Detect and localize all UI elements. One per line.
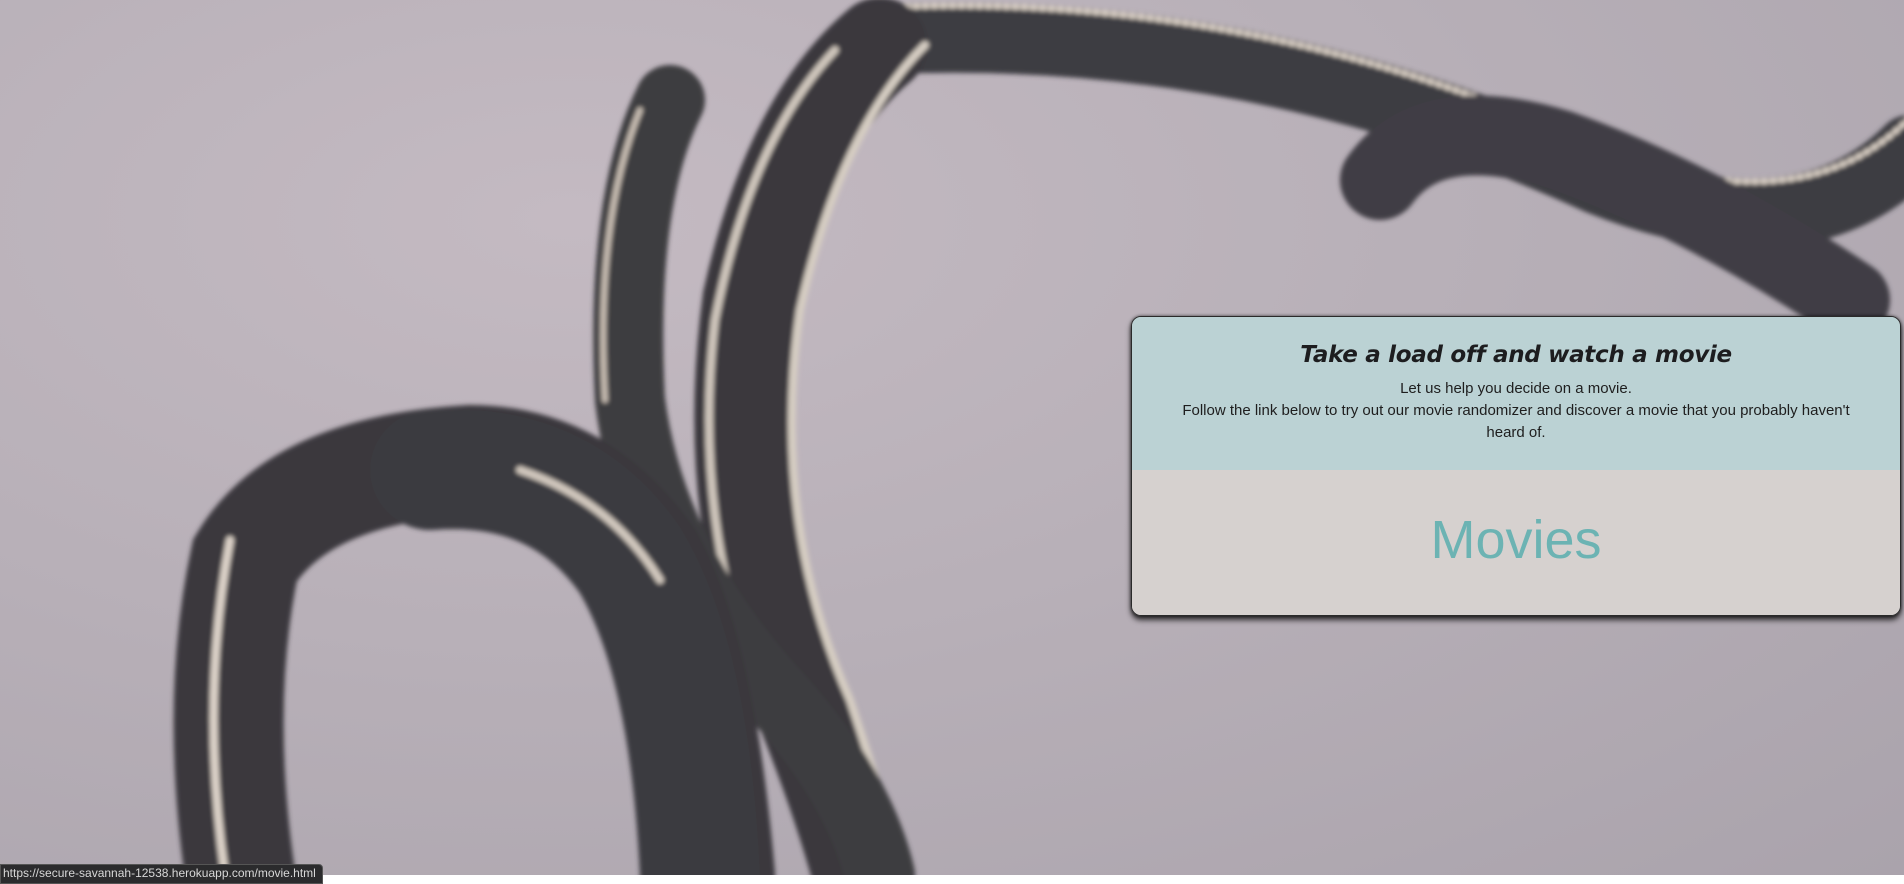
- card-title: Take a load off and watch a movie: [1300, 342, 1732, 368]
- card-description: Let us help you decide on a movie. Follo…: [1172, 378, 1860, 444]
- intro-line: Let us help you decide on a movie.: [1400, 380, 1632, 397]
- instruction-line: Follow the link below to try out our mov…: [1182, 402, 1850, 441]
- card-body: Movies: [1132, 470, 1900, 615]
- card-header: Take a load off and watch a movie Let us…: [1132, 317, 1900, 470]
- movie-card: Take a load off and watch a movie Let us…: [1131, 316, 1901, 616]
- status-bar-url: https://secure-savannah-12538.herokuapp.…: [0, 864, 323, 884]
- movies-link[interactable]: Movies: [1430, 509, 1601, 571]
